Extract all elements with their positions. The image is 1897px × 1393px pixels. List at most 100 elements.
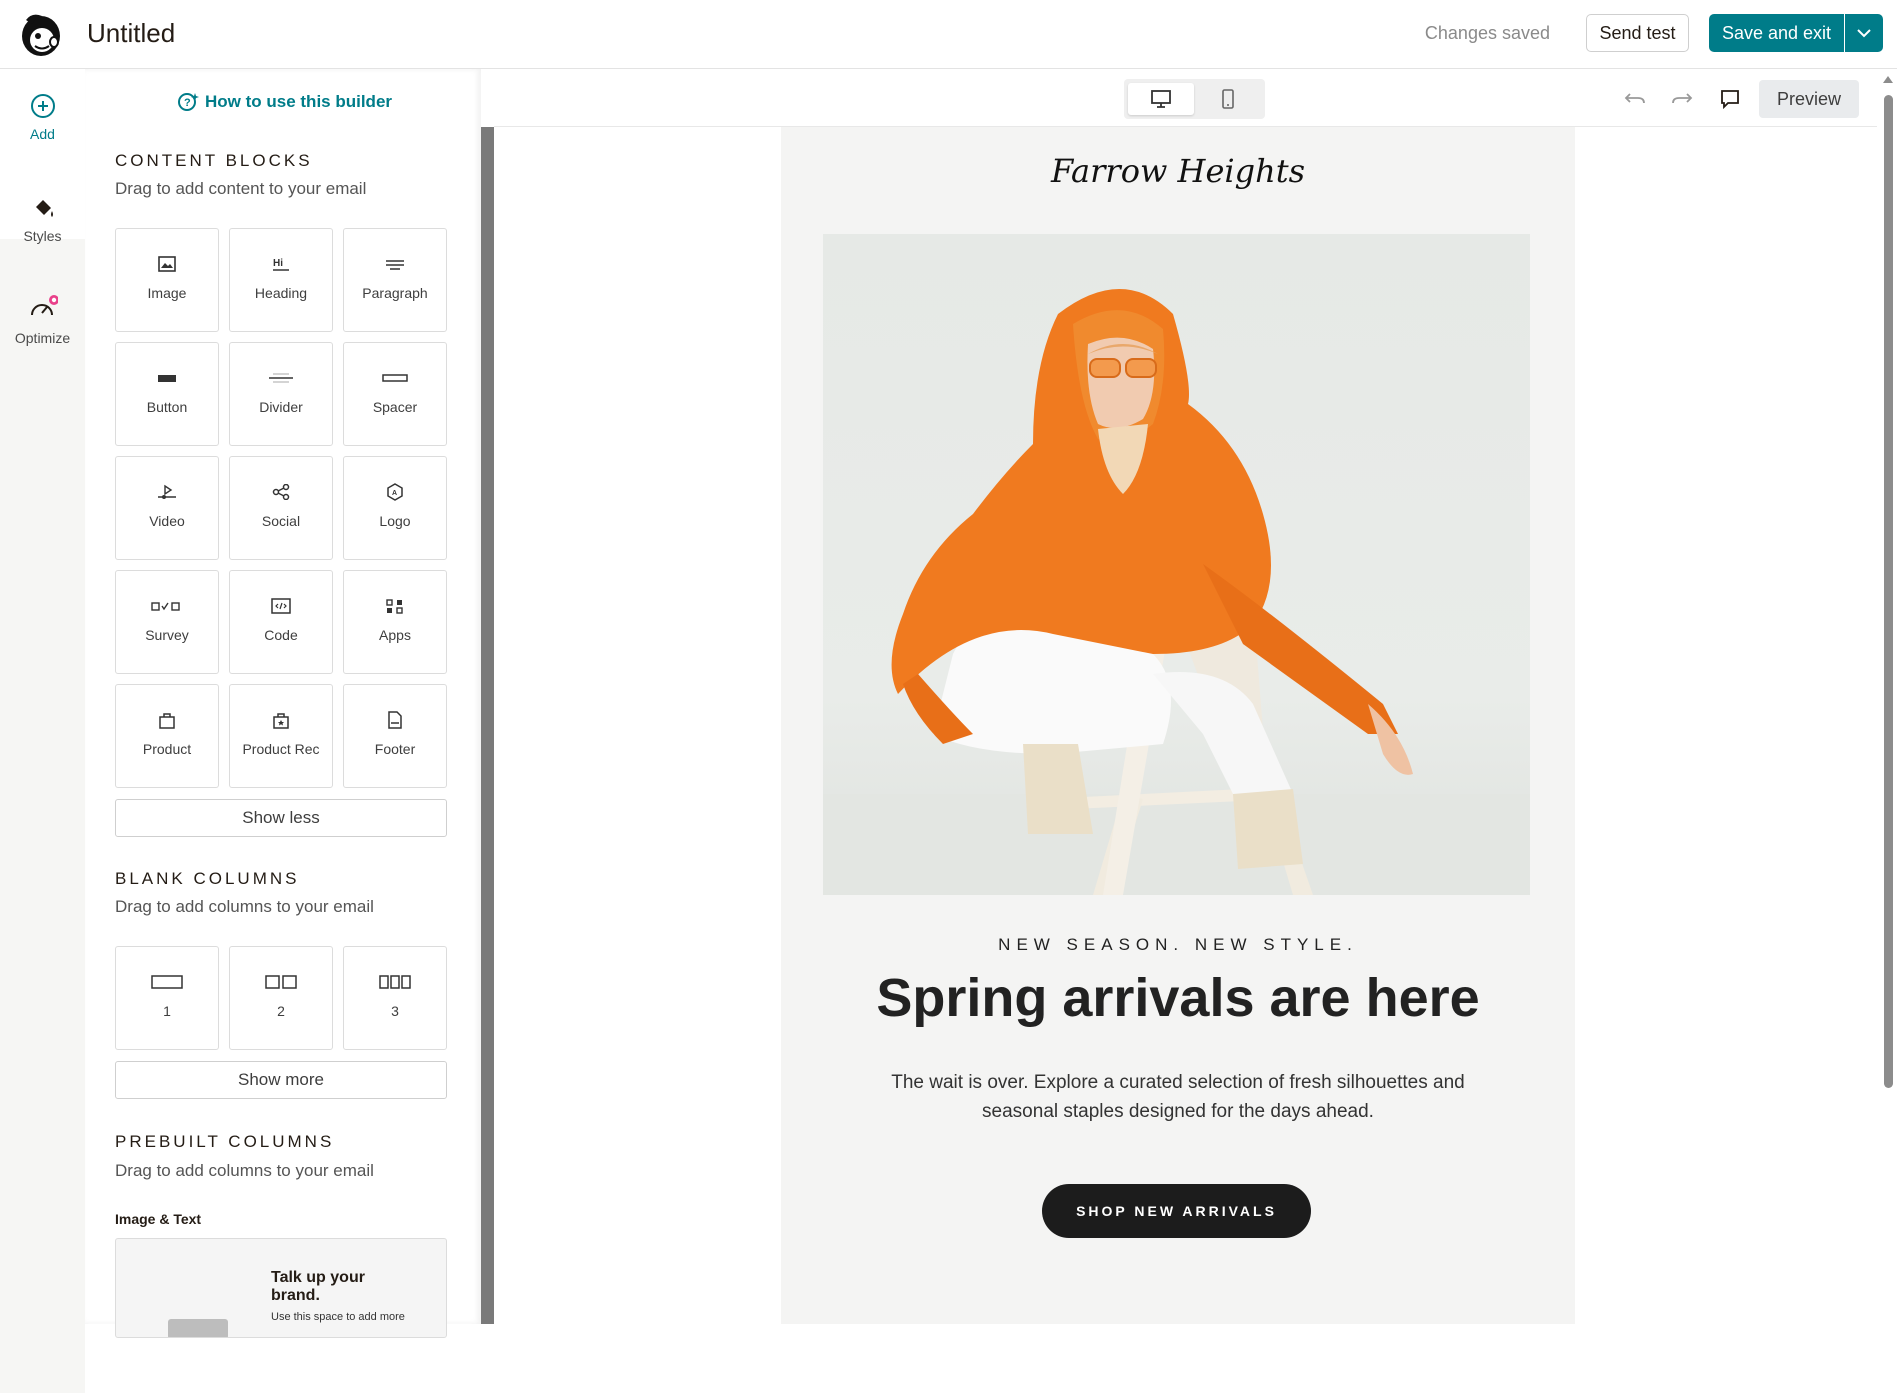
product-recommendation-icon — [273, 713, 289, 729]
block-social[interactable]: Social — [229, 456, 333, 560]
share-icon — [272, 484, 290, 500]
paragraph-icon — [386, 260, 404, 270]
gauge-icon — [30, 295, 59, 316]
brand-logo-text[interactable]: Farrow Heights — [781, 152, 1575, 190]
send-test-button[interactable]: Send test — [1586, 14, 1689, 52]
rail-background — [0, 239, 85, 1393]
redo-icon — [1672, 93, 1693, 104]
save-options-dropdown[interactable] — [1845, 14, 1883, 52]
block-image[interactable]: Image — [115, 228, 219, 332]
code-icon — [271, 598, 291, 614]
svg-text:A: A — [392, 490, 397, 497]
block-code[interactable]: Code — [229, 570, 333, 674]
content-blocks-subtitle: Drag to add content to your email — [115, 179, 367, 198]
block-product-rec[interactable]: Product Rec — [229, 684, 333, 788]
undo-button[interactable] — [1622, 86, 1648, 112]
block-product[interactable]: Product — [115, 684, 219, 788]
svg-text:?: ? — [184, 97, 191, 109]
hero-image[interactable] — [823, 234, 1530, 895]
column-layout-3[interactable]: 3 — [343, 946, 447, 1050]
redo-button[interactable] — [1669, 86, 1695, 112]
show-more-button[interactable]: Show more — [115, 1061, 447, 1099]
rail-item-label: Add — [30, 126, 55, 142]
hero-photo-illustration — [823, 289, 1530, 895]
comment-icon — [1721, 90, 1739, 110]
shopping-bag-icon — [159, 713, 175, 729]
how-to-use-link[interactable]: ? How to use this builder — [177, 91, 392, 113]
panel-resize-handle[interactable] — [481, 127, 494, 1324]
page-scrollbar-thumb[interactable] — [1884, 95, 1893, 1088]
block-label: Survey — [145, 627, 189, 643]
block-heading[interactable]: Hi Heading — [229, 228, 333, 332]
mobile-icon — [1222, 89, 1234, 109]
paint-bucket-icon — [35, 200, 53, 217]
rail-item-optimize[interactable]: Optimize — [0, 295, 85, 346]
scroll-up-arrow-icon[interactable] — [1883, 76, 1893, 83]
block-label: Heading — [254, 285, 308, 301]
save-status: Changes saved — [1424, 23, 1550, 43]
heading-icon: Hi — [273, 258, 289, 271]
left-rail: Add Styles Optimize — [0, 69, 85, 1393]
block-video[interactable]: Video — [115, 456, 219, 560]
hero-headline[interactable]: Spring arrivals are here — [781, 967, 1575, 1029]
chevron-down-icon — [1857, 29, 1871, 38]
prebuilt-card-text: Use this space to add more — [271, 1311, 405, 1323]
divider-icon — [269, 373, 293, 383]
button-icon — [158, 375, 176, 382]
top-bar: Untitled Changes saved Send test Save an… — [0, 0, 1897, 69]
block-apps[interactable]: Apps — [343, 570, 447, 674]
blank-columns-title: BLANK COLUMNS — [115, 869, 300, 888]
prebuilt-card-title: Talk up your brand. — [271, 1269, 365, 1304]
hero-body-text[interactable]: The wait is over. Explore a curated sele… — [871, 1068, 1485, 1126]
block-label: Divider — [259, 399, 303, 415]
rail-item-label: Styles — [23, 228, 62, 244]
block-label: Code — [264, 627, 298, 643]
rail-item-styles[interactable]: Styles — [0, 195, 85, 244]
show-less-button[interactable]: Show less — [115, 799, 447, 837]
image-text-group-label: Image & Text — [115, 1211, 202, 1227]
block-label: Paragraph — [362, 285, 428, 301]
block-spacer[interactable]: Spacer — [343, 342, 447, 446]
mailchimp-logo-icon[interactable] — [18, 10, 64, 58]
hero-eyebrow[interactable]: NEW SEASON. NEW STYLE. — [781, 935, 1575, 955]
desktop-icon — [1151, 90, 1171, 108]
survey-icon — [151, 602, 180, 611]
document-title[interactable]: Untitled — [87, 18, 175, 49]
prebuilt-columns-subtitle: Drag to add columns to your email — [115, 1161, 374, 1180]
block-footer[interactable]: Footer — [343, 684, 447, 788]
rail-item-add[interactable]: Add — [0, 93, 85, 142]
three-columns-icon — [379, 975, 411, 989]
rail-item-label: Optimize — [14, 330, 71, 346]
apps-icon — [386, 599, 403, 614]
preview-button[interactable]: Preview — [1759, 80, 1859, 118]
email-body[interactable]: Farrow Heights NEW SEASON. NEW STYLE. Sp… — [781, 127, 1575, 1324]
email-canvas: Farrow Heights NEW SEASON. NEW STYLE. Sp… — [494, 127, 1877, 1324]
mobile-view-button[interactable] — [1195, 83, 1261, 115]
desktop-view-button[interactable] — [1128, 83, 1194, 115]
block-survey[interactable]: Survey — [115, 570, 219, 674]
block-label: Image — [147, 285, 187, 301]
block-label: 1 — [163, 1003, 171, 1019]
how-to-use-label: How to use this builder — [205, 92, 393, 111]
document-icon — [388, 711, 402, 729]
block-divider[interactable]: Divider — [229, 342, 333, 446]
prebuilt-image-text-card[interactable]: Talk up your brand. Use this space to ad… — [115, 1238, 447, 1338]
column-layout-1[interactable]: 1 — [115, 946, 219, 1050]
shop-new-arrivals-button[interactable]: SHOP NEW ARRIVALS — [1042, 1184, 1311, 1238]
block-label: Product — [142, 741, 192, 757]
logo-icon: A — [387, 483, 403, 501]
undo-icon — [1624, 93, 1645, 104]
save-and-exit-button[interactable]: Save and exit — [1709, 14, 1844, 52]
column-layout-2[interactable]: 2 — [229, 946, 333, 1050]
one-column-icon — [151, 975, 183, 989]
block-label: 2 — [277, 1003, 285, 1019]
comments-button[interactable] — [1717, 86, 1743, 112]
block-logo[interactable]: A Logo — [343, 456, 447, 560]
image-icon — [158, 256, 176, 272]
block-button[interactable]: Button — [115, 342, 219, 446]
content-panel: ? How to use this builder CONTENT BLOCKS… — [85, 69, 481, 1338]
block-label: Spacer — [372, 399, 418, 415]
block-paragraph[interactable]: Paragraph — [343, 228, 447, 332]
block-label: Button — [146, 399, 188, 415]
two-columns-icon — [265, 975, 297, 989]
